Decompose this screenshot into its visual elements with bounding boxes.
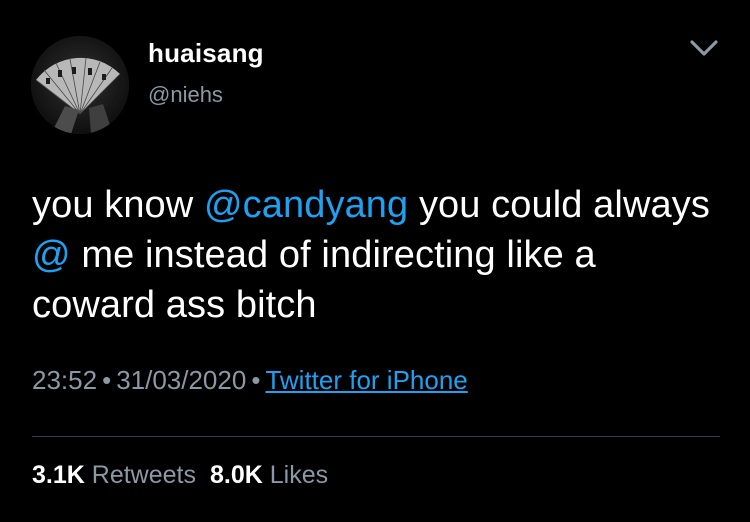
display-name[interactable]: huaisang (148, 38, 264, 69)
retweets-stat[interactable]: 3.1K Retweets (32, 461, 196, 489)
likes-label: Likes (269, 461, 329, 489)
mention-link-candyang[interactable]: @candyang (204, 184, 408, 226)
tweet-text-segment: me instead of indirecting like a coward … (32, 234, 596, 326)
retweets-count: 3.1K (32, 461, 85, 489)
user-handle[interactable]: @niehs (148, 82, 223, 108)
source-link[interactable]: Twitter for iPhone (265, 365, 467, 395)
engagement-stats: 3.1K Retweets 8.0K Likes (32, 461, 328, 490)
tweet-time: 23:52 (32, 365, 98, 395)
chevron-down-icon[interactable] (686, 34, 722, 62)
tweet-text-segment: you know (32, 184, 204, 226)
tweet-text-segment: you could always (408, 184, 710, 226)
tweet-card: huaisang @niehs you know @candyang you c… (0, 0, 750, 522)
tweet-date: 31/03/2020 (116, 365, 247, 395)
tweet-text: you know @candyang you could always @ me… (32, 180, 722, 330)
likes-count: 8.0K (209, 461, 263, 489)
divider (32, 436, 720, 437)
tweet-meta: 23:52 • 31/03/2020 • Twitter for iPhone (32, 365, 468, 396)
retweets-label: Retweets (91, 461, 196, 489)
meta-separator: • (251, 365, 261, 395)
likes-stat[interactable]: 8.0K Likes (210, 461, 328, 489)
meta-separator: • (102, 365, 112, 395)
avatar[interactable] (31, 36, 129, 134)
mention-link-at[interactable]: @ (32, 234, 71, 276)
avatar-fan-image (31, 36, 129, 134)
